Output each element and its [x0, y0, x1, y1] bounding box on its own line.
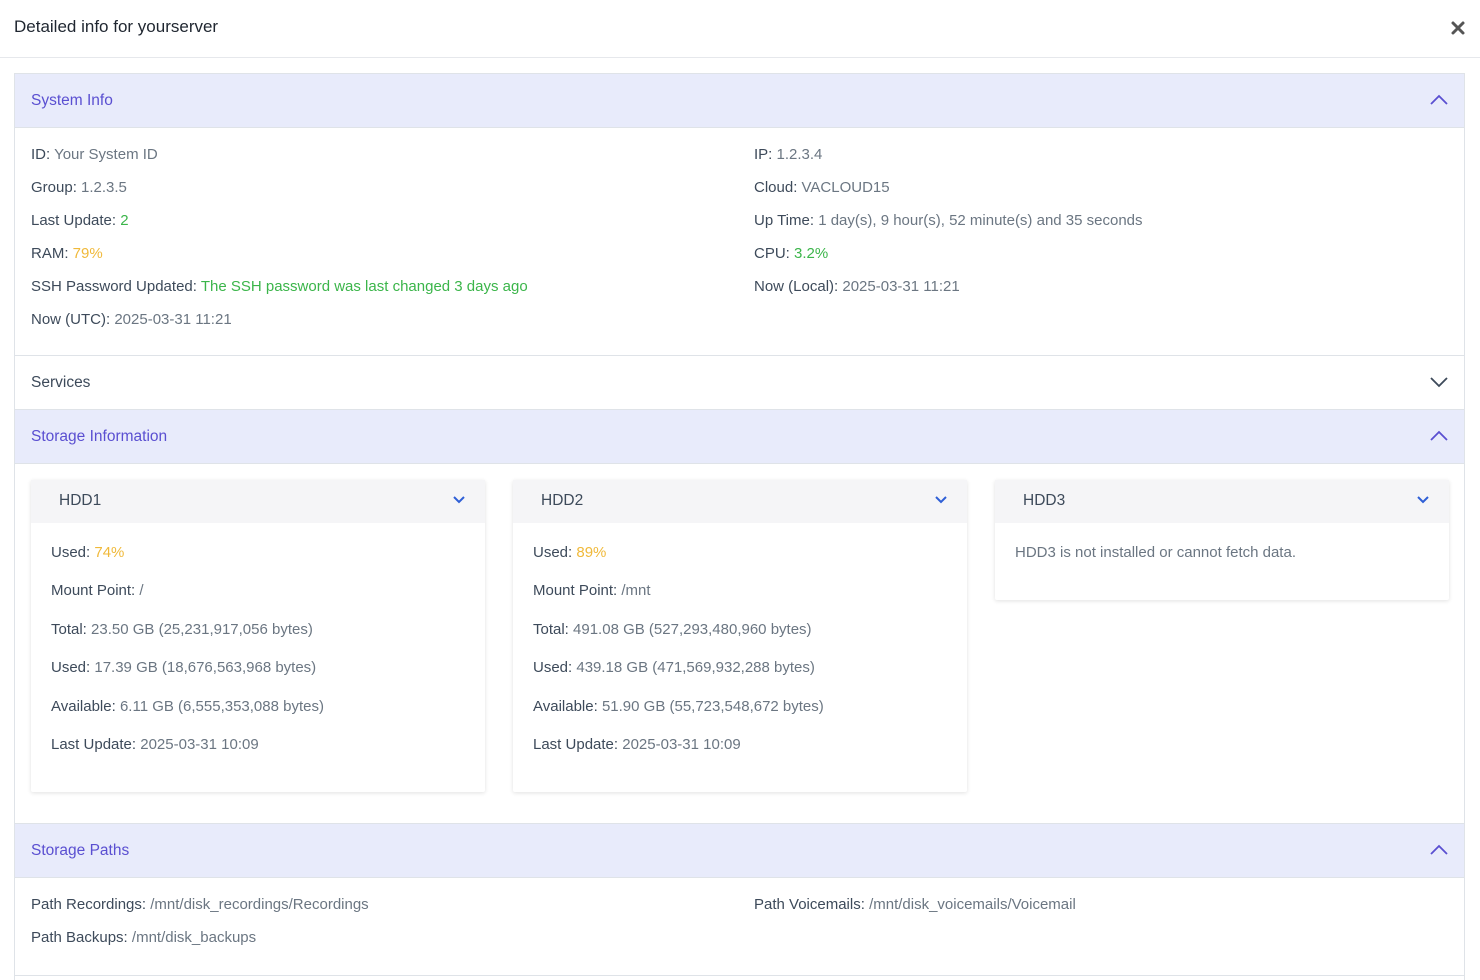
hdd1-used-pct-value: 74%: [94, 544, 125, 561]
path-backups-value: /mnt/disk_backups: [131, 929, 257, 946]
hdd1-total-row: Total: 23.50 GB (25,231,917,056 bytes): [51, 621, 313, 638]
hdd3-message: HDD3 is not installed or cannot fetch da…: [1015, 544, 1296, 561]
system-id-row: ID: Your System ID: [31, 146, 158, 163]
now-utc-value: 2025-03-31 11:21: [114, 311, 232, 328]
storage-paths-title: Storage Paths: [31, 842, 130, 859]
modal-title: Detailed info for yourserver: [14, 17, 219, 36]
uptime-value: 1 day(s), 9 hour(s), 52 minute(s) and 35…: [818, 212, 1143, 229]
hdd1-available-row: Available: 6.11 GB (6,555,353,088 bytes): [51, 698, 324, 715]
hdd2-available-row: Available: 51.90 GB (55,723,548,672 byte…: [533, 698, 824, 715]
now-local-value: 2025-03-31 11:21: [842, 278, 960, 295]
chevron-down-icon[interactable]: [453, 495, 465, 505]
services-header[interactable]: Services: [15, 356, 1464, 410]
cpu-value: 3.2%: [794, 245, 829, 262]
hdd2-used-row: Used: 439.18 GB (471,569,932,288 bytes): [533, 659, 815, 676]
hdd2-title: HDD2: [541, 492, 584, 509]
hdd1-title: HDD1: [59, 492, 102, 509]
path-voicemails-value: /mnt/disk_voicemails/Voicemail: [869, 896, 1076, 913]
hdd2-used-pct-row: Used: 89%: [533, 544, 607, 561]
hdd1-used-row: Used: 17.39 GB (18,676,563,968 bytes): [51, 659, 317, 676]
hdd2-used-value: 439.18 GB (471,569,932,288 bytes): [576, 659, 815, 676]
path-recordings-row: Path Recordings: /mnt/disk_recordings/Re…: [31, 896, 369, 913]
hdd1-used-value: 17.39 GB (18,676,563,968 bytes): [94, 659, 317, 676]
hdd3-header[interactable]: HDD3: [995, 480, 1449, 523]
modal-header: Detailed info for yourserver: [0, 0, 1480, 58]
hdd2-total-row: Total: 491.08 GB (527,293,480,960 bytes): [533, 621, 812, 638]
now-utc-row: Now (UTC): 2025-03-31 11:21: [31, 311, 232, 328]
storage-info-body: HDD1 Used: 74% Mount Point: / Total: 23.…: [15, 464, 1464, 824]
hdd1-card: HDD1 Used: 74% Mount Point: / Total: 23.…: [31, 480, 485, 792]
chevron-up-icon[interactable]: [1430, 843, 1448, 857]
uptime-row: Up Time: 1 day(s), 9 hour(s), 52 minute(…: [754, 212, 1143, 229]
close-icon[interactable]: [1450, 20, 1466, 36]
now-local-row: Now (Local): 2025-03-31 11:21: [754, 278, 960, 295]
system-info-header[interactable]: System Info: [15, 74, 1464, 128]
path-voicemails-row: Path Voicemails: /mnt/disk_voicemails/Vo…: [754, 896, 1076, 913]
ram-value: 79%: [72, 245, 103, 262]
storage-info-title: Storage Information: [31, 428, 168, 445]
cpu-row: CPU: 3.2%: [754, 245, 829, 262]
hdd1-last-update-row: Last Update: 2025-03-31 10:09: [51, 736, 259, 753]
cloud-row: Cloud: VACLOUD15: [754, 179, 890, 196]
chevron-up-icon[interactable]: [1430, 93, 1448, 107]
group-value: 1.2.3.5: [81, 179, 127, 196]
group-row: Group: 1.2.3.5: [31, 179, 127, 196]
hdd2-last-update-row: Last Update: 2025-03-31 10:09: [533, 736, 741, 753]
hdd1-header[interactable]: HDD1: [31, 480, 485, 523]
storage-info-header[interactable]: Storage Information: [15, 410, 1464, 464]
path-recordings-value: /mnt/disk_recordings/Recordings: [150, 896, 369, 913]
services-title: Services: [31, 374, 91, 391]
hdd2-available-value: 51.90 GB (55,723,548,672 bytes): [601, 698, 824, 715]
hdd2-mount-row: Mount Point: /mnt: [533, 582, 651, 599]
chevron-down-icon[interactable]: [1430, 375, 1448, 389]
storage-paths-header[interactable]: Storage Paths: [15, 824, 1464, 878]
cloud-value: VACLOUD15: [801, 179, 890, 196]
hdd2-total-value: 491.08 GB (527,293,480,960 bytes): [573, 621, 812, 638]
hdd2-used-pct-value: 89%: [576, 544, 607, 561]
hdd1-last-update-value: 2025-03-31 10:09: [140, 736, 259, 753]
hdd1-mount-row: Mount Point: /: [51, 582, 144, 599]
hdd1-mount-value: /: [139, 582, 144, 599]
hdd1-available-value: 6.11 GB (6,555,353,088 bytes): [119, 698, 324, 715]
chevron-up-icon[interactable]: [1430, 429, 1448, 443]
ram-row: RAM: 79%: [31, 245, 103, 262]
last-update-row: Last Update: 2: [31, 212, 129, 229]
hdd2-last-update-value: 2025-03-31 10:09: [622, 736, 741, 753]
ip-value: 1.2.3.4: [776, 146, 823, 163]
system-info-title: System Info: [31, 92, 113, 109]
ssh-password-row: SSH Password Updated: The SSH password w…: [31, 278, 528, 295]
hdd2-mount-value: /mnt: [621, 582, 651, 599]
system-id-value: Your System ID: [54, 146, 158, 163]
detail-accordion: System Info ID: Your System ID Group: 1.…: [14, 73, 1465, 980]
hdd1-total-value: 23.50 GB (25,231,917,056 bytes): [91, 621, 313, 638]
ip-row: IP: 1.2.3.4: [754, 146, 823, 163]
hdd3-title: HDD3: [1023, 492, 1066, 509]
system-info-body: ID: Your System ID Group: 1.2.3.5 Last U…: [15, 128, 1464, 356]
hdd2-card: HDD2 Used: 89% Mount Point: /mnt Total: …: [513, 480, 967, 792]
ssh-password-value: The SSH password was last changed 3 days…: [200, 278, 528, 295]
hdd1-used-pct-row: Used: 74%: [51, 544, 125, 561]
path-backups-row: Path Backups: /mnt/disk_backups: [31, 929, 257, 946]
storage-paths-body: Path Recordings: /mnt/disk_recordings/Re…: [15, 878, 1464, 976]
chevron-down-icon[interactable]: [1417, 495, 1429, 505]
hdd2-header[interactable]: HDD2: [513, 480, 967, 523]
last-update-value: 2: [120, 212, 129, 229]
hdd3-card: HDD3 HDD3 is not installed or cannot fet…: [995, 480, 1449, 600]
chevron-down-icon[interactable]: [935, 495, 947, 505]
